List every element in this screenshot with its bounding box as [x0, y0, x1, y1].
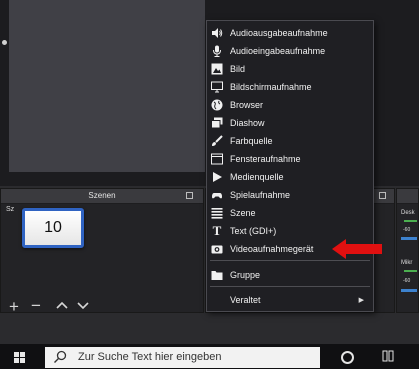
audio-mixer-header: [397, 189, 418, 204]
remove-scene-button[interactable]: −: [31, 295, 41, 317]
menu-item-text-gdi[interactable]: T Text (GDI+): [207, 222, 373, 239]
add-scene-button[interactable]: +: [9, 296, 19, 318]
audio-mixer-dock: [396, 188, 419, 313]
menu-item-fensteraufnahme[interactable]: Fensteraufnahme: [207, 150, 373, 167]
task-view-icon[interactable]: [382, 350, 394, 362]
menu-item-browser[interactable]: Browser: [207, 96, 373, 113]
volume-slider[interactable]: [401, 289, 417, 292]
chevron-down-icon: [77, 302, 89, 310]
mixer-scale-label: -60: [403, 278, 411, 284]
menu-item-gruppe[interactable]: Gruppe: [207, 266, 373, 283]
volume-meter: [404, 220, 417, 222]
paintbrush-icon: [211, 134, 223, 147]
window-icon: [211, 153, 223, 165]
menu-item-diashow[interactable]: Diashow: [207, 114, 373, 131]
scenes-dock-header: Szenen: [1, 189, 203, 204]
folder-icon: [211, 269, 223, 281]
speaker-icon: [211, 27, 223, 39]
search-icon: [54, 350, 67, 363]
menu-item-audioeingabeaufnahme[interactable]: Audioeingabeaufnahme: [207, 42, 373, 59]
volume-slider[interactable]: [401, 237, 417, 240]
list-icon: [211, 207, 223, 219]
menu-item-veraltet[interactable]: Veraltet ▶: [207, 291, 373, 308]
image-icon: [211, 63, 223, 75]
scene-controls: + −: [0, 296, 205, 322]
step-number-badge: 10: [22, 208, 84, 248]
scenes-dock-title: Szenen: [88, 191, 116, 200]
resize-handle[interactable]: [2, 40, 7, 45]
scene-list-item[interactable]: Sz: [6, 206, 14, 213]
mixer-scale-label: -60: [403, 227, 411, 233]
mixer-channel-label: Mikr: [401, 260, 413, 266]
menu-item-farbquelle[interactable]: Farbquelle: [207, 132, 373, 149]
globe-icon: [211, 99, 223, 111]
monitor-icon: [211, 81, 223, 93]
menu-separator: [210, 286, 370, 287]
menu-item-audioausgabeaufnahme[interactable]: Audioausgabeaufnahme: [207, 24, 373, 41]
slideshow-icon: [211, 117, 223, 129]
camera-icon: [211, 243, 223, 255]
chevron-up-icon: [56, 301, 68, 309]
volume-meter: [404, 270, 417, 272]
menu-item-bildschirmaufnahme[interactable]: Bildschirmaufnahme: [207, 78, 373, 95]
dock-float-icon[interactable]: [186, 192, 193, 199]
windows-taskbar: Zur Suche Text hier eingeben: [0, 344, 419, 369]
cortana-icon[interactable]: [341, 351, 354, 364]
preview-canvas[interactable]: [9, 0, 205, 172]
step-number: 10: [44, 219, 62, 236]
menu-item-szene[interactable]: Szene: [207, 204, 373, 221]
move-up-button[interactable]: [55, 296, 69, 318]
menu-separator: [210, 260, 370, 261]
play-icon: [211, 171, 223, 183]
obs-window: Szenen Sz Desk -60 Mikr -60 + − 10 Audio…: [0, 0, 419, 369]
menu-item-medienquelle[interactable]: Medienquelle: [207, 168, 373, 185]
move-down-button[interactable]: [76, 296, 90, 318]
dock-float-icon[interactable]: [379, 192, 386, 199]
red-arrow-icon: [332, 239, 382, 259]
submenu-arrow-icon: ▶: [358, 296, 364, 304]
menu-item-spielaufnahme[interactable]: Spielaufnahme: [207, 186, 373, 203]
mixer-channel-label: Desk: [401, 210, 415, 216]
add-source-context-menu: Audioausgabeaufnahme Audioeingabeaufnahm…: [206, 20, 374, 312]
search-placeholder: Zur Suche Text hier eingeben: [78, 351, 222, 363]
microphone-icon: [211, 45, 223, 57]
taskbar-search-box[interactable]: Zur Suche Text hier eingeben: [45, 347, 320, 368]
windows-start-icon[interactable]: [14, 352, 25, 363]
menu-item-bild[interactable]: Bild: [207, 60, 373, 77]
gamepad-icon: [211, 189, 223, 201]
text-icon: T: [212, 222, 222, 238]
